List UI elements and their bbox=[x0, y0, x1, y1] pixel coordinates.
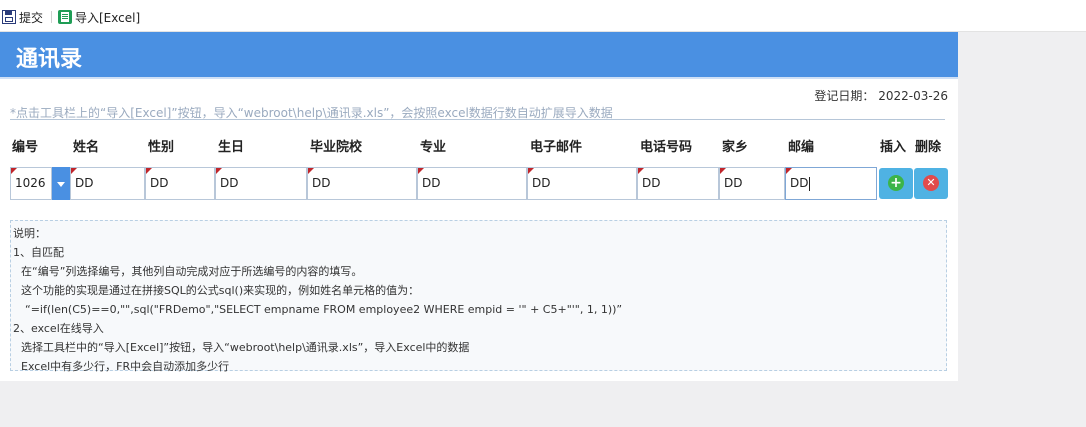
submit-button[interactable]: 提交 bbox=[2, 9, 43, 25]
phone-field[interactable]: DD bbox=[637, 167, 719, 200]
import-excel-button[interactable]: 导入[Excel] bbox=[58, 9, 140, 25]
header-zipcode: 邮编 bbox=[788, 140, 815, 155]
id-select[interactable]: 1026 bbox=[10, 167, 52, 200]
notes-formula: “=if(len(C5)==0,"",sql("FRDemo","SELECT … bbox=[25, 303, 623, 316]
register-date: 登记日期： 2022-03-26 bbox=[814, 87, 948, 104]
import-excel-label: 导入[Excel] bbox=[75, 10, 141, 25]
zipcode-field[interactable]: DD bbox=[785, 167, 877, 200]
notes-line: 选择工具栏中的“导入[Excel]”按钮，导入“webroot\help\通讯录… bbox=[21, 341, 470, 354]
hometown-field[interactable]: DD bbox=[719, 167, 785, 200]
zipcode-value: DD bbox=[790, 176, 809, 190]
header-phone: 电话号码 bbox=[640, 140, 693, 155]
notes-title: 说明： bbox=[13, 227, 46, 240]
title-underline bbox=[0, 77, 958, 79]
birthday-field[interactable]: DD bbox=[215, 167, 307, 200]
header-insert: 插入 bbox=[880, 140, 907, 155]
header-email: 电子邮件 bbox=[530, 140, 583, 155]
insert-row-button[interactable]: + bbox=[879, 168, 913, 199]
form-panel: 通讯录 登记日期： 2022-03-26 *点击工具栏上的“导入[Excel]”… bbox=[0, 32, 958, 381]
header-birthday: 生日 bbox=[218, 140, 245, 155]
instructions-box: 说明： 1、自匹配 在“编号”列选择编号，其他列自动完成对应于所选编号的内容的填… bbox=[10, 220, 947, 373]
save-icon bbox=[2, 10, 16, 24]
gender-field[interactable]: DD bbox=[145, 167, 215, 200]
page-title: 通讯录 bbox=[16, 47, 83, 72]
toolbar: 提交 导入[Excel] bbox=[0, 0, 1086, 32]
plus-icon: + bbox=[888, 175, 904, 191]
header-school: 毕业院校 bbox=[310, 140, 363, 155]
notes-line: 这个功能的实现是通过在拼接SQL的公式sql()来实现的，例如姓名单元格的值为： bbox=[21, 284, 420, 297]
id-dropdown-button[interactable] bbox=[52, 167, 70, 200]
header-major: 专业 bbox=[420, 140, 447, 155]
submit-label: 提交 bbox=[19, 10, 44, 25]
header-gender: 性别 bbox=[148, 140, 175, 155]
excel-icon bbox=[58, 10, 72, 24]
name-field[interactable]: DD bbox=[70, 167, 145, 200]
register-date-label: 登记日期： bbox=[814, 89, 875, 103]
text-cursor bbox=[809, 176, 811, 191]
title-bar: 通讯录 bbox=[0, 32, 958, 77]
notes-section-2: 2、excel在线导入 bbox=[13, 322, 104, 335]
notes-line: 在“编号”列选择编号，其他列自动完成对应于所选编号的内容的填写。 bbox=[21, 265, 363, 278]
email-field[interactable]: DD bbox=[527, 167, 637, 200]
register-date-value: 2022-03-26 bbox=[878, 89, 948, 103]
delete-row-button[interactable]: ✕ bbox=[914, 168, 948, 199]
close-icon: ✕ bbox=[923, 175, 939, 191]
header-hometown: 家乡 bbox=[722, 140, 749, 155]
import-hint: *点击工具栏上的“导入[Excel]”按钮，导入“webroot\help\通讯… bbox=[10, 104, 945, 120]
notes-line: Excel中有多少行，FR中会自动添加多少行 bbox=[21, 360, 230, 373]
header-id: 编号 bbox=[12, 140, 39, 155]
toolbar-divider bbox=[51, 11, 52, 23]
notes-section-1: 1、自匹配 bbox=[13, 246, 64, 259]
header-name: 姓名 bbox=[73, 140, 100, 155]
school-field[interactable]: DD bbox=[307, 167, 417, 200]
header-delete: 删除 bbox=[915, 140, 942, 155]
major-field[interactable]: DD bbox=[417, 167, 527, 200]
